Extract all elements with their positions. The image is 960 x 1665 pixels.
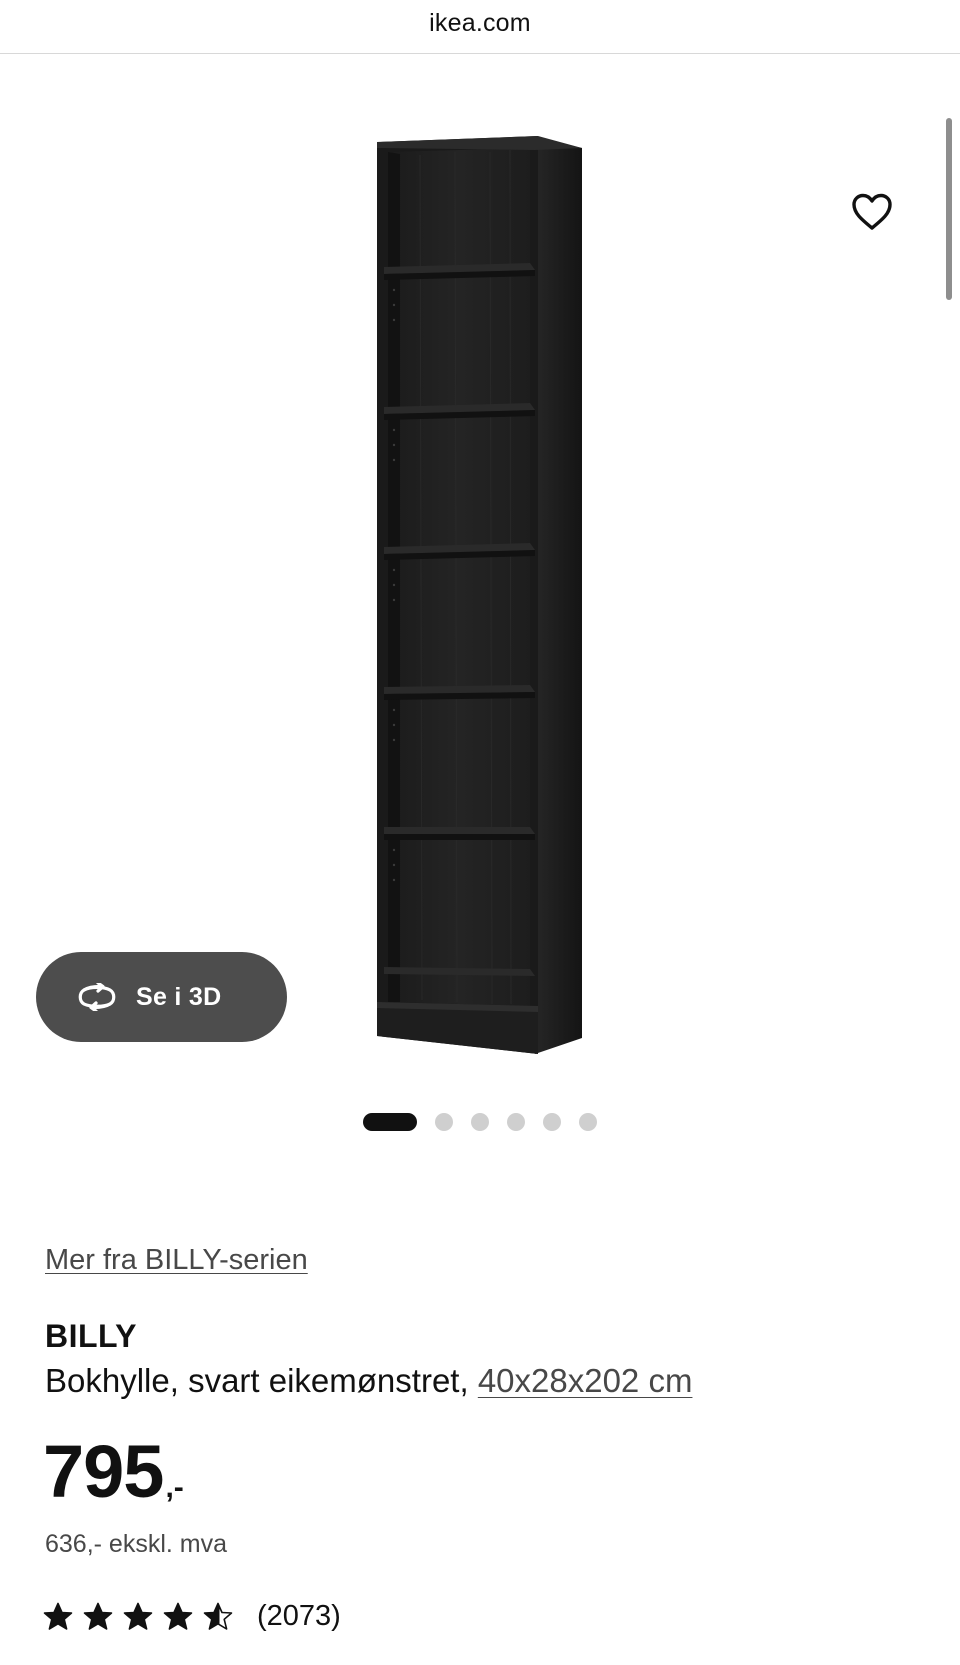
view-in-3d-button[interactable]: Se i 3D [36,952,287,1042]
rating-count: (2073) [257,1600,341,1632]
view-in-3d-label: Se i 3D [136,982,222,1011]
product-name: BILLY [45,1318,137,1354]
star-icon [83,1602,113,1630]
star-icon [123,1602,153,1630]
price: 795 ,- [43,1435,184,1509]
series-link[interactable]: Mer fra BILLY-serien [45,1244,308,1277]
star-icon [163,1602,193,1630]
rotate-3d-icon [78,983,116,1011]
product-image[interactable] [360,130,620,1065]
price-integer: 795 [43,1430,164,1513]
carousel-dot-3[interactable] [471,1113,489,1131]
image-carousel-indicator [363,1112,615,1132]
favourite-button[interactable] [844,184,900,240]
browser-url-bar[interactable]: ikea.com [0,0,960,54]
rating[interactable]: (2073) [43,1600,341,1633]
url-text: ikea.com [429,9,531,37]
carousel-dot-5[interactable] [543,1113,561,1131]
dimensions-link[interactable]: 40x28x202 cm [478,1362,693,1399]
rating-stars [43,1602,243,1632]
carousel-dot-4[interactable] [507,1113,525,1131]
carousel-dot-6[interactable] [579,1113,597,1131]
star-icon [203,1602,233,1630]
star-icon [43,1602,73,1630]
price-excl-vat: 636,- ekskl. mva [45,1530,228,1558]
heart-outline-icon [852,193,892,230]
product-description: Bokhylle, svart eikemønstret, 40x28x202 … [45,1362,692,1400]
product-description-text: Bokhylle, svart eikemønstret, [45,1362,478,1399]
page-scrollbar[interactable] [946,118,952,300]
price-suffix: ,- [165,1471,184,1504]
carousel-dot-2[interactable] [435,1113,453,1131]
carousel-dot-1[interactable] [363,1113,417,1131]
